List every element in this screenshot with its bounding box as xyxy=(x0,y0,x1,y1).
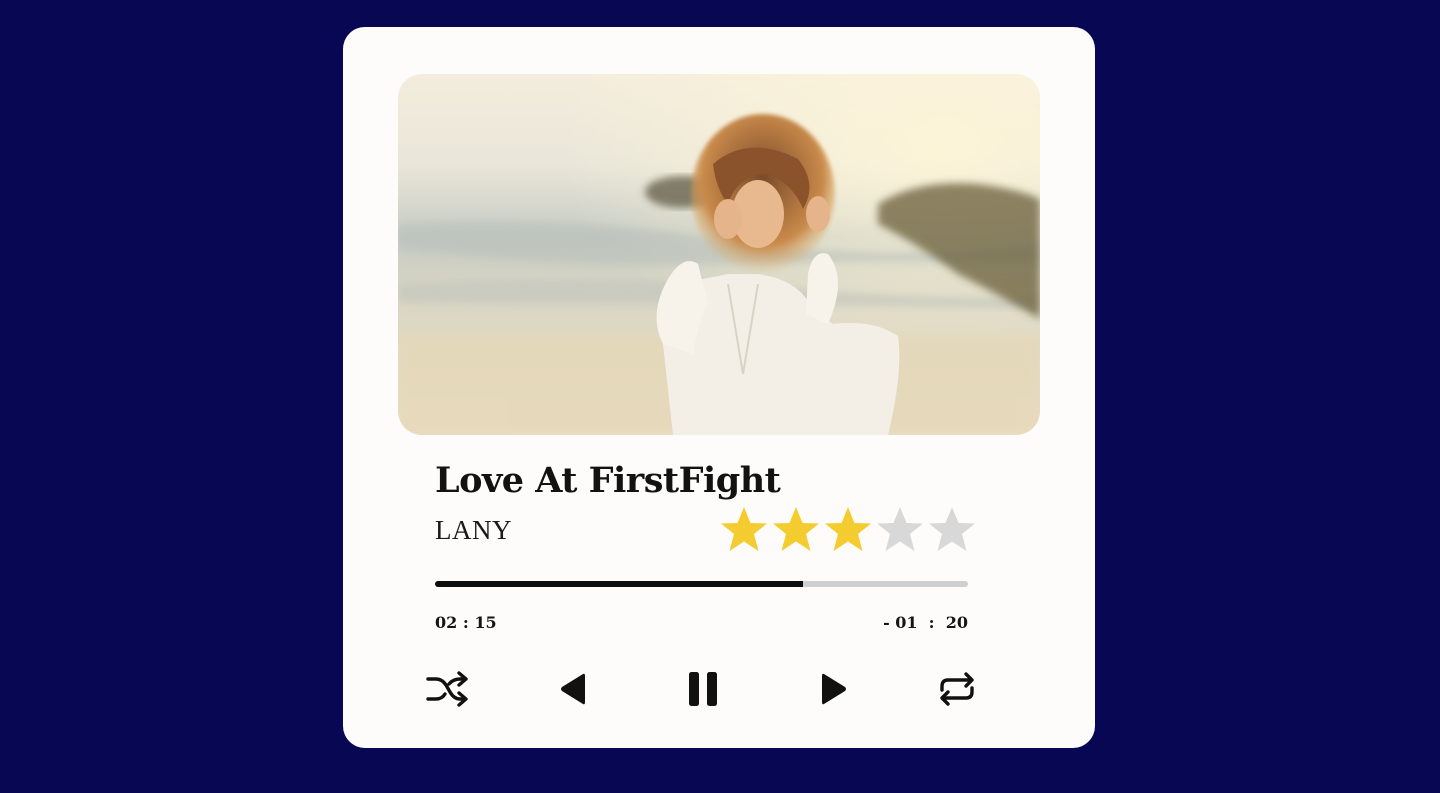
music-player-card: Love At FirstFight LANY 02 : 15 - 01 : 2… xyxy=(343,27,1095,748)
rating-stars[interactable] xyxy=(719,505,977,555)
pause-icon xyxy=(689,672,717,706)
album-cover-image xyxy=(398,74,1040,435)
repeat-icon xyxy=(940,672,974,706)
star-filled-icon[interactable] xyxy=(771,505,821,555)
progress-bar[interactable] xyxy=(435,581,968,587)
pause-button[interactable] xyxy=(681,667,725,711)
star-empty-icon[interactable] xyxy=(927,505,977,555)
album-cover xyxy=(398,74,1040,435)
star-empty-icon[interactable] xyxy=(875,505,925,555)
previous-icon xyxy=(561,673,585,705)
star-filled-icon[interactable] xyxy=(823,505,873,555)
elapsed-time: 02 : 15 xyxy=(435,613,497,632)
next-icon xyxy=(822,673,846,705)
progress-fill xyxy=(435,581,803,587)
track-title: Love At FirstFight xyxy=(435,460,781,501)
shuffle-button[interactable] xyxy=(425,667,469,711)
star-filled-icon[interactable] xyxy=(719,505,769,555)
shuffle-icon xyxy=(426,671,468,707)
remaining-time: - 01 : 20 xyxy=(883,613,968,632)
track-artist: LANY xyxy=(435,515,512,545)
repeat-button[interactable] xyxy=(935,667,979,711)
previous-button[interactable] xyxy=(551,667,595,711)
next-button[interactable] xyxy=(812,667,856,711)
